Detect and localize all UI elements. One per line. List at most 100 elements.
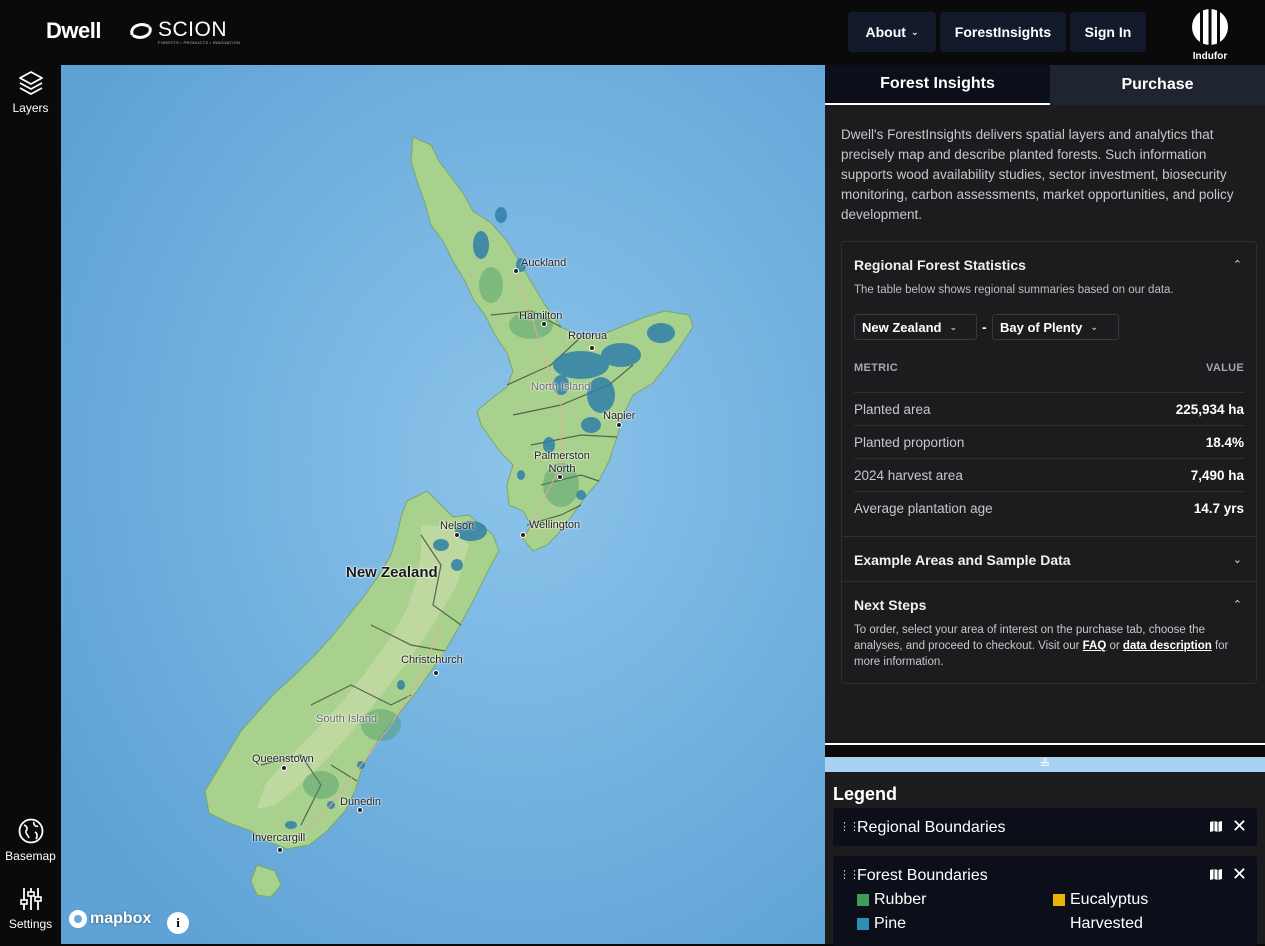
- metric-cell: Average plantation age: [854, 500, 993, 516]
- dwell-logo[interactable]: Dwell: [46, 18, 101, 44]
- right-panel: Forest Insights Purchase Dwell's ForestI…: [825, 65, 1265, 745]
- faq-link[interactable]: FAQ: [1083, 640, 1107, 652]
- auckland-dot: [513, 268, 519, 274]
- legend-item-label: Rubber: [874, 891, 927, 908]
- section-divider: [842, 581, 1256, 582]
- legend-layer-regional-boundaries[interactable]: ⋮⋮ Regional Boundaries ✕: [833, 808, 1257, 846]
- legend-item-harvested: Harvested: [1053, 915, 1143, 933]
- example-areas-header[interactable]: Example Areas and Sample Data: [854, 552, 1071, 568]
- palmerston-north-label: Palmerston North: [534, 450, 590, 475]
- globe-icon: [18, 818, 43, 844]
- legend-panel: Legend ⋮⋮ Regional Boundaries ✕ ⋮⋮ Fores…: [825, 772, 1265, 946]
- nelson-dot: [454, 532, 460, 538]
- indufor-label: Indufor: [1192, 51, 1228, 62]
- south-island-label: South Island: [316, 713, 378, 725]
- table-row: 2024 harvest area 7,490 ha: [854, 458, 1244, 491]
- about-menu-button[interactable]: About ⌄: [848, 12, 936, 52]
- tab-purchase[interactable]: Purchase: [1050, 65, 1265, 105]
- close-icon[interactable]: ✕: [1232, 816, 1247, 837]
- map-icon[interactable]: [1209, 868, 1223, 881]
- country-select[interactable]: New Zealand ⌄: [854, 314, 977, 340]
- tab-forest-insights[interactable]: Forest Insights: [825, 65, 1050, 105]
- regional-stats-card: Regional Forest Statistics ⌃ The table b…: [841, 241, 1257, 684]
- value-cell: 7,490 ha: [1190, 467, 1244, 483]
- rotorua-dot: [589, 345, 595, 351]
- metric-header: METRIC: [854, 362, 898, 374]
- value-header: VALUE: [1206, 362, 1244, 374]
- drag-handle-icon[interactable]: ⋮⋮: [839, 820, 860, 833]
- mapbox-icon: [69, 910, 87, 928]
- chevron-down-icon[interactable]: ⌄: [1233, 553, 1242, 566]
- regional-stats-title[interactable]: Regional Forest Statistics: [854, 257, 1026, 273]
- rubber-swatch: [857, 894, 869, 906]
- legend-item-label: Harvested: [1070, 915, 1143, 932]
- sliders-icon: [19, 888, 42, 910]
- country-select-value: New Zealand: [862, 319, 942, 335]
- pine-swatch: [857, 918, 869, 930]
- region-select-value: Bay of Plenty: [1000, 319, 1083, 335]
- section-divider: [842, 536, 1256, 537]
- legend-item-rubber: Rubber: [857, 891, 926, 909]
- legend-layer-forest-boundaries[interactable]: ⋮⋮ Forest Boundaries ✕ Rubber Eucalyptus…: [833, 856, 1257, 946]
- table-row: Planted proportion 18.4%: [854, 425, 1244, 458]
- hamilton-label: Hamilton: [519, 310, 563, 322]
- info-button[interactable]: i: [167, 912, 189, 934]
- wellington-label: Wellington: [529, 519, 581, 531]
- sign-in-button[interactable]: Sign In: [1070, 12, 1146, 52]
- drag-handle-icon[interactable]: ⋮⋮: [839, 868, 860, 881]
- settings-button[interactable]: Settings: [0, 885, 61, 931]
- invercargill-label: Invercargill: [252, 832, 306, 844]
- napier-dot: [616, 422, 622, 428]
- panel-resize-handle[interactable]: ≗: [825, 757, 1265, 772]
- legend-item-pine: Pine: [857, 915, 906, 933]
- table-row: Planted area 225,934 ha: [854, 392, 1244, 425]
- chevron-up-icon[interactable]: ⌃: [1233, 598, 1242, 611]
- forestinsights-nav-button[interactable]: ForestInsights: [940, 12, 1066, 52]
- harvested-swatch: [1053, 918, 1065, 930]
- legend-item-label: Eucalyptus: [1070, 891, 1149, 908]
- queenstown-dot: [281, 765, 287, 771]
- regional-stats-subtitle: The table below shows regional summaries…: [854, 284, 1174, 296]
- scion-mark-icon: [130, 23, 152, 39]
- scion-tagline: FORESTS • PRODUCTS • INNOVATION: [158, 40, 241, 45]
- map-icon[interactable]: [1209, 820, 1223, 833]
- basemap-label: Basemap: [5, 849, 56, 863]
- mapbox-attribution[interactable]: mapbox: [69, 910, 151, 928]
- close-icon[interactable]: ✕: [1232, 864, 1247, 885]
- metric-cell: Planted proportion: [854, 434, 965, 450]
- next-steps-text-or: or: [1106, 640, 1123, 652]
- map-canvas[interactable]: Auckland Hamilton Rotorua North Island N…: [61, 65, 825, 944]
- legend-item-label: Pine: [874, 915, 907, 932]
- layers-label: Layers: [12, 101, 49, 115]
- top-bar: Dwell SCION FORESTS • PRODUCTS • INNOVAT…: [0, 0, 1265, 65]
- north-island-label: North Island: [531, 381, 591, 393]
- basemap-button[interactable]: Basemap: [0, 817, 61, 863]
- indufor-mark-icon: [1192, 9, 1228, 45]
- region-select[interactable]: Bay of Plenty ⌄: [992, 314, 1119, 340]
- next-steps-header[interactable]: Next Steps: [854, 597, 926, 613]
- queenstown-label: Queenstown: [252, 753, 314, 765]
- metric-cell: 2024 harvest area: [854, 467, 963, 483]
- scion-logo: SCION FORESTS • PRODUCTS • INNOVATION: [128, 18, 241, 45]
- settings-label: Settings: [8, 917, 53, 931]
- nz-map-graphic: [61, 65, 825, 944]
- panel-tabs: Forest Insights Purchase: [825, 65, 1265, 105]
- new-zealand-label: New Zealand: [346, 564, 438, 581]
- about-label: About: [865, 24, 906, 40]
- chevron-up-icon[interactable]: ⌃: [1233, 258, 1242, 271]
- wellington-dot: [520, 532, 526, 538]
- data-description-link[interactable]: data description: [1123, 640, 1212, 652]
- mapbox-label: mapbox: [90, 910, 152, 927]
- legend-title: Legend: [833, 784, 898, 804]
- rotorua-label: Rotorua: [568, 330, 608, 342]
- chevron-down-icon: ⌄: [1090, 321, 1098, 332]
- scion-wordmark: SCION: [158, 18, 228, 41]
- table-row: Average plantation age 14.7 yrs: [854, 491, 1244, 524]
- nelson-label: Nelson: [440, 520, 475, 532]
- layers-button[interactable]: Layers: [0, 69, 61, 115]
- intro-text: Dwell's ForestInsights delivers spatial …: [841, 127, 1234, 222]
- indufor-logo[interactable]: Indufor: [1189, 8, 1231, 62]
- chevron-down-icon: ⌄: [949, 321, 958, 332]
- value-cell: 14.7 yrs: [1193, 500, 1244, 516]
- christchurch-label: Christchurch: [401, 654, 463, 666]
